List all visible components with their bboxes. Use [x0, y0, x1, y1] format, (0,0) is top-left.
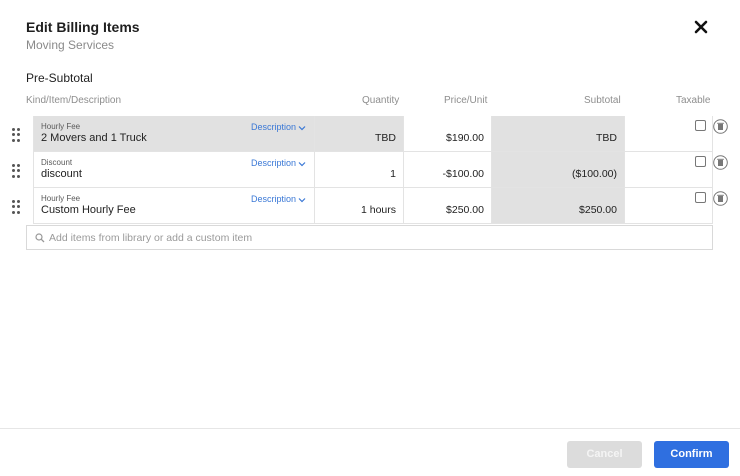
- price-value: -$100.00: [442, 168, 484, 180]
- drag-handle-icon[interactable]: [12, 200, 22, 214]
- footer-divider: [0, 428, 740, 429]
- subtotal-value: ($100.00): [572, 168, 617, 180]
- search-icon: [35, 233, 45, 243]
- taxable-checkbox[interactable]: [695, 120, 706, 131]
- taxable-checkbox[interactable]: [695, 156, 706, 167]
- price-value: $250.00: [446, 204, 484, 216]
- item-kind: Discount: [41, 158, 73, 167]
- column-header-kind: Kind/Item/Description: [26, 95, 122, 106]
- item-name: discount: [41, 168, 82, 180]
- quantity-cell[interactable]: 1: [314, 152, 403, 188]
- drag-handle-icon[interactable]: [12, 128, 22, 142]
- item-name: 2 Movers and 1 Truck: [41, 132, 147, 144]
- column-header-quantity: Quantity: [362, 95, 400, 106]
- kind-cell: Hourly Fee Custom Hourly Fee Description: [33, 188, 314, 224]
- quantity-value: 1: [390, 168, 396, 180]
- item-name: Custom Hourly Fee: [41, 204, 136, 216]
- chevron-down-icon: [298, 161, 306, 166]
- trash-icon[interactable]: [713, 155, 728, 170]
- confirm-button[interactable]: Confirm: [654, 441, 729, 468]
- taxable-cell: [624, 188, 713, 224]
- taxable-cell: [624, 116, 713, 152]
- description-toggle[interactable]: Description: [251, 158, 306, 168]
- item-kind: Hourly Fee: [41, 122, 81, 131]
- kind-cell: Discount discount Description: [33, 152, 314, 188]
- item-kind: Hourly Fee: [41, 194, 81, 203]
- price-cell[interactable]: -$100.00: [403, 152, 491, 188]
- description-toggle[interactable]: Description: [251, 122, 306, 132]
- modal-subtitle: Moving Services: [26, 38, 115, 52]
- add-item-input[interactable]: [49, 230, 699, 246]
- subtotal-cell: $250.00: [491, 188, 624, 224]
- quantity-cell[interactable]: TBD: [314, 116, 403, 152]
- quantity-cell[interactable]: 1 hours: [314, 188, 403, 224]
- column-header-subtotal: Subtotal: [584, 95, 621, 106]
- quantity-value: TBD: [375, 132, 396, 144]
- description-toggle[interactable]: Description: [251, 194, 306, 204]
- price-cell[interactable]: $250.00: [403, 188, 491, 224]
- trash-icon[interactable]: [713, 119, 728, 134]
- chevron-down-icon: [298, 125, 306, 130]
- subtotal-value: TBD: [596, 132, 617, 144]
- add-item-search: [26, 225, 713, 250]
- billing-row: Discount discount Description 1 -$100.00…: [0, 152, 740, 188]
- billing-row: Hourly Fee Custom Hourly Fee Description…: [0, 188, 740, 224]
- billing-row: Hourly Fee 2 Movers and 1 Truck Descript…: [0, 116, 740, 152]
- drag-handle-icon[interactable]: [12, 164, 22, 178]
- description-label: Description: [250, 194, 296, 204]
- description-label: Description: [250, 158, 296, 168]
- taxable-checkbox[interactable]: [695, 192, 706, 203]
- trash-icon[interactable]: [713, 191, 728, 206]
- close-button[interactable]: [691, 17, 711, 37]
- modal-title: Edit Billing Items: [26, 19, 140, 35]
- chevron-down-icon: [298, 197, 306, 202]
- kind-cell: Hourly Fee 2 Movers and 1 Truck Descript…: [33, 116, 314, 152]
- price-cell[interactable]: $190.00: [403, 116, 491, 152]
- price-value: $190.00: [446, 132, 484, 144]
- cancel-button[interactable]: Cancel: [567, 441, 642, 468]
- quantity-value: 1 hours: [360, 204, 396, 216]
- subtotal-cell: ($100.00): [491, 152, 624, 188]
- column-header-price: Price/Unit: [444, 95, 488, 106]
- section-title: Pre-Subtotal: [26, 71, 93, 85]
- column-header-taxable: Taxable: [676, 95, 711, 106]
- taxable-cell: [624, 152, 713, 188]
- subtotal-cell: TBD: [491, 116, 624, 152]
- description-label: Description: [250, 122, 296, 132]
- subtotal-value: $250.00: [579, 204, 617, 216]
- close-icon: [694, 20, 708, 34]
